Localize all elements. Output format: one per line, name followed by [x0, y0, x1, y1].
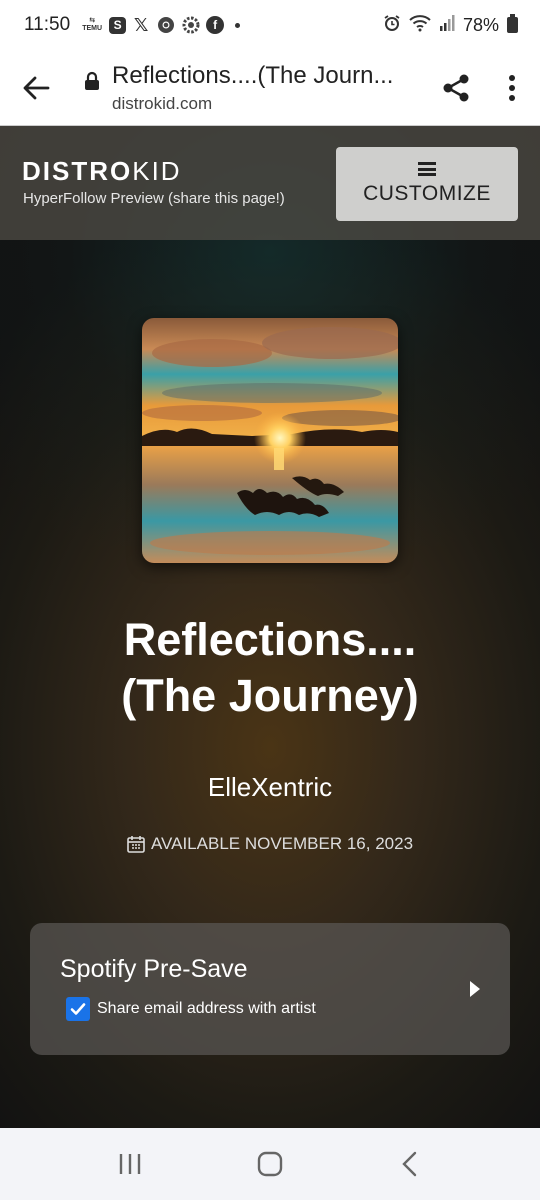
spotify-presave-card[interactable]: Spotify Pre-Save Share email address wit…: [30, 923, 510, 1055]
checkmark-icon: [70, 1003, 86, 1015]
more-vert-icon: [509, 74, 515, 101]
home-button[interactable]: [240, 1134, 300, 1194]
distrokid-header: DISTROKID HyperFollow Preview (share thi…: [0, 126, 540, 240]
s-app-icon: S: [109, 16, 127, 34]
share-email-checkbox[interactable]: [66, 997, 90, 1021]
facebook-icon: f: [206, 16, 225, 34]
lock-icon[interactable]: [72, 71, 112, 91]
system-nav-bar: [0, 1128, 540, 1200]
availability-date: AVAILABLE NOVEMBER 16, 2023: [150, 834, 414, 853]
url-bar[interactable]: Reflections....(The Journ... distrokid.c…: [112, 62, 428, 114]
share-icon: [443, 74, 469, 101]
recent-apps-icon: [119, 1154, 141, 1174]
chevron-left-icon: [402, 1151, 417, 1177]
release-title-line2: (The Journey): [121, 670, 419, 721]
page-url: distrokid.com: [112, 93, 213, 113]
alarm-icon: [383, 14, 401, 37]
battery-percent: 78%: [462, 14, 499, 35]
settings-icon: [181, 15, 201, 35]
presave-label: Spotify Pre-Save: [60, 955, 248, 983]
customize-label: CUSTOMIZE: [363, 182, 491, 205]
chrome-icon: [156, 15, 176, 35]
clock: 11:50: [24, 14, 71, 35]
release-title-line1: Reflections....: [123, 614, 417, 665]
browser-toolbar: Reflections....(The Journ... distrokid.c…: [0, 50, 540, 126]
header-subtitle: HyperFollow Preview (share this page!): [23, 190, 285, 207]
logo-bold-text: DISTRO: [22, 156, 133, 186]
share-button[interactable]: [428, 50, 484, 126]
calendar-icon: [127, 836, 145, 853]
arrow-left-icon: [23, 76, 50, 99]
artist-name: ElleXentric: [207, 772, 333, 802]
status-bar: 11:50 ⇆ TEMU S 𝕏 f 78%: [0, 0, 540, 50]
temu-label: TEMU: [82, 25, 103, 32]
distrokid-logo[interactable]: DISTROKID: [22, 156, 182, 187]
page-title: Reflections....(The Journ...: [112, 61, 394, 89]
wifi-icon: [409, 14, 431, 37]
availability: AVAILABLE NOVEMBER 16, 2023: [20, 834, 520, 854]
temu-icon: ⇆ TEMU: [82, 17, 103, 32]
menu-icon: [418, 162, 436, 176]
logo-light-text: KID: [132, 156, 182, 186]
x-icon: 𝕏: [133, 14, 149, 35]
customize-button[interactable]: CUSTOMIZE: [336, 147, 518, 221]
back-button[interactable]: [0, 50, 72, 126]
album-cover: [142, 318, 398, 563]
battery-icon: [507, 14, 518, 33]
hyperfollow-page: DISTROKID HyperFollow Preview (share thi…: [0, 126, 540, 1128]
system-back-button[interactable]: [380, 1134, 440, 1194]
dot-icon: [235, 22, 241, 28]
recent-apps-button[interactable]: [100, 1134, 160, 1194]
more-options-button[interactable]: [484, 50, 540, 126]
release-title: Reflections.... (The Journey): [20, 612, 520, 724]
chevron-right-icon[interactable]: [470, 981, 480, 997]
signal-icon: [439, 14, 455, 37]
home-icon: [257, 1151, 283, 1177]
share-email-label[interactable]: Share email address with artist: [97, 1000, 316, 1018]
